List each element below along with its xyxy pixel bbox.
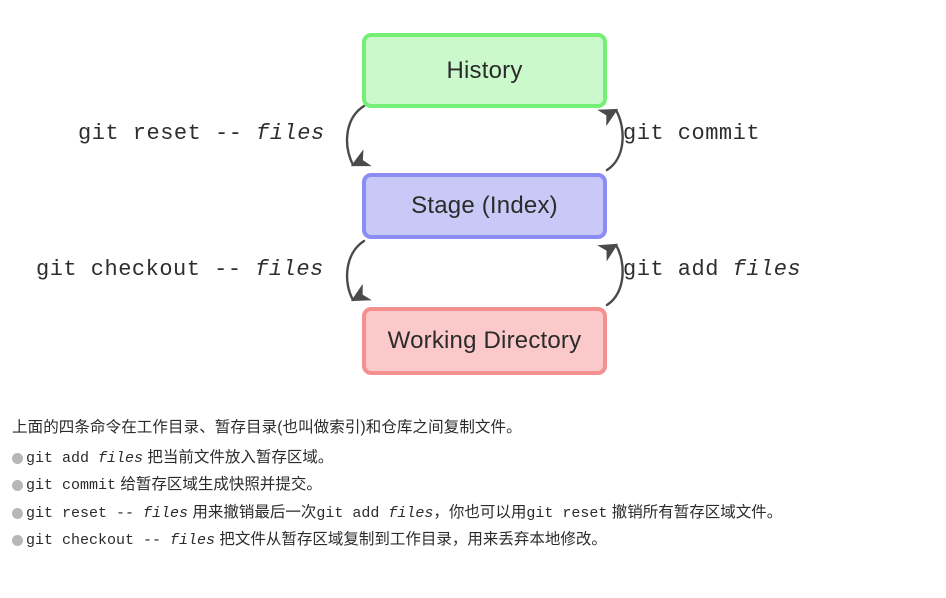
bullet-dot-icon bbox=[12, 480, 23, 492]
arrow-commit-path bbox=[597, 108, 624, 172]
node-history: History bbox=[362, 33, 607, 108]
arrow-label-git-add-command: git add bbox=[623, 257, 733, 282]
arrow-label-git-commit-command: git commit bbox=[623, 121, 761, 146]
node-stage-label: Stage (Index) bbox=[411, 192, 558, 219]
bullet-dot-icon bbox=[12, 507, 23, 519]
arrow-label-git-commit: git commit bbox=[623, 121, 760, 146]
list-item: git commit 给暂存区域生成快照并提交。 bbox=[0, 475, 946, 496]
arrow-label-git-checkout-command: git checkout -- bbox=[36, 257, 256, 282]
inline-code: git commit bbox=[26, 477, 116, 494]
node-stage-index: Stage (Index) bbox=[362, 173, 607, 239]
list-item-text: git checkout -- files 把文件从暂存区域复制到工作目录，用来… bbox=[26, 530, 607, 551]
inline-code: git checkout -- files bbox=[26, 532, 215, 549]
arrow-label-git-reset-argument: files bbox=[256, 121, 325, 146]
list-item-text: git reset -- files 用来撤销最后一次git add files… bbox=[26, 503, 782, 524]
arrow-checkout-path bbox=[345, 239, 372, 302]
intro-paragraph: 上面的四条命令在工作目录、暂存目录(也叫做索引)和仓库之间复制文件。 bbox=[12, 419, 522, 436]
list-item-text: git add files 把当前文件放入暂存区域。 bbox=[26, 448, 333, 469]
inline-code-argument: files bbox=[98, 449, 144, 467]
arrow-label-git-add-argument: files bbox=[732, 257, 802, 282]
list-item: git add files 把当前文件放入暂存区域。 bbox=[0, 448, 946, 469]
inline-code-argument: files bbox=[143, 504, 189, 522]
list-item-description: 把文件从暂存区域复制到工作目录，用来丢弃本地修改。 bbox=[215, 531, 607, 549]
arrow-label-git-reset-command: git reset -- bbox=[78, 121, 257, 146]
inline-code-command: git commit bbox=[26, 477, 117, 495]
bullet-dot-icon bbox=[12, 535, 23, 547]
inline-code-argument: files bbox=[388, 504, 434, 522]
arrow-label-git-checkout: git checkout -- files bbox=[36, 257, 324, 282]
arrow-label-git-checkout-argument: files bbox=[255, 257, 324, 282]
list-item-description: 把当前文件放入暂存区域。 bbox=[143, 448, 334, 466]
inline-code-secondary: git add files bbox=[316, 505, 433, 522]
arrow-label-git-reset: git reset -- files bbox=[78, 121, 325, 146]
inline-code-command: git reset -- bbox=[26, 504, 144, 522]
inline-code-tertiary: git reset bbox=[526, 505, 607, 522]
description-section: 上面的四条命令在工作目录、暂存目录(也叫做索引)和仓库之间复制文件。 git a… bbox=[0, 418, 946, 558]
list-item-description-3: 撤销所有暂存区域文件。 bbox=[607, 503, 783, 521]
inline-code: git reset -- files bbox=[26, 505, 188, 522]
inline-code: git add files bbox=[26, 450, 143, 467]
list-item-description: 给暂存区域生成快照并提交。 bbox=[116, 476, 322, 494]
arrow-label-git-add: git add files bbox=[623, 257, 801, 282]
inline-code-command: git add bbox=[26, 449, 99, 467]
git-workflow-diagram: History Stage (Index) Working Directory … bbox=[0, 0, 946, 400]
inline-code-command: git add bbox=[316, 504, 389, 522]
list-item-description-2: ，你也可以用 bbox=[433, 503, 527, 521]
node-working-label: Working Directory bbox=[387, 327, 582, 354]
list-item-description: 用来撤销最后一次 bbox=[188, 503, 317, 521]
bullet-dot-icon bbox=[12, 452, 23, 464]
list-item-text: git commit 给暂存区域生成快照并提交。 bbox=[26, 475, 322, 496]
inline-code-command: git checkout -- bbox=[26, 532, 171, 550]
inline-code-command: git reset bbox=[526, 504, 608, 522]
list-item: git checkout -- files 把文件从暂存区域复制到工作目录，用来… bbox=[0, 530, 946, 551]
arrow-add-path bbox=[597, 243, 624, 307]
node-history-label: History bbox=[446, 56, 523, 84]
list-item: git reset -- files 用来撤销最后一次git add files… bbox=[0, 503, 946, 524]
arrow-reset-path bbox=[345, 104, 372, 167]
inline-code-argument: files bbox=[170, 532, 216, 550]
node-working-directory: Working Directory bbox=[362, 307, 607, 375]
